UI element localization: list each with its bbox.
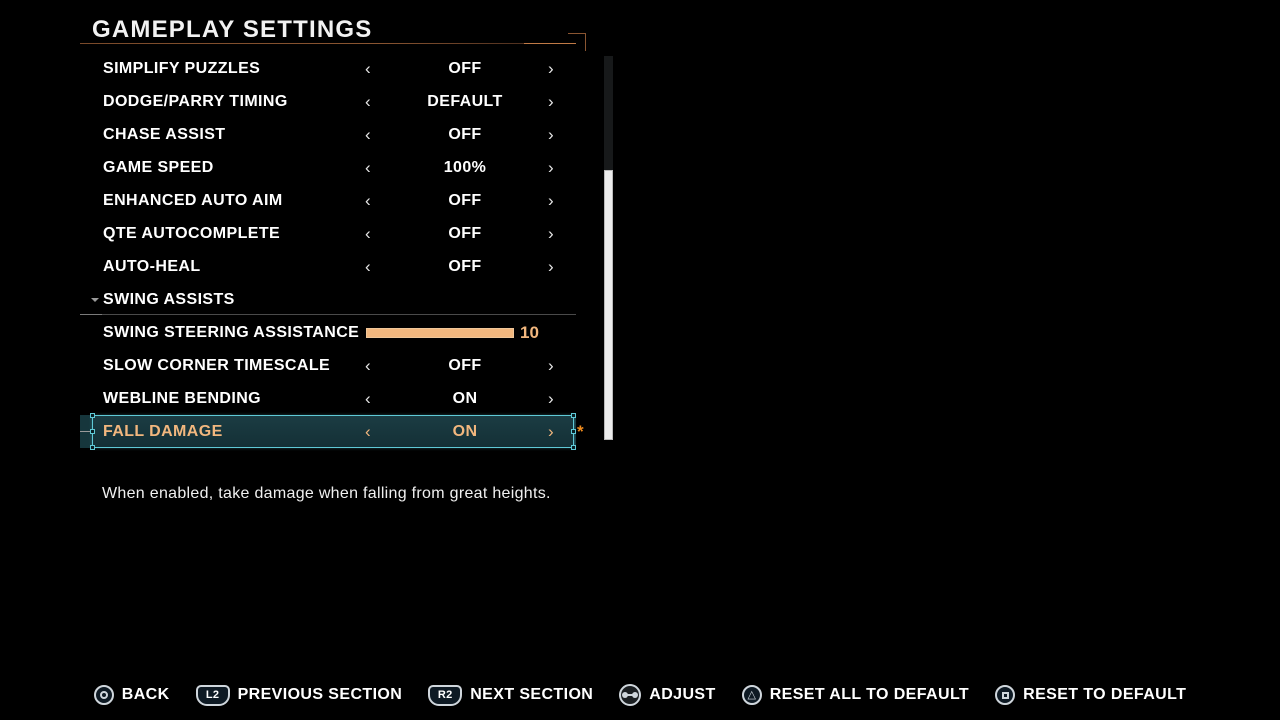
setting-value: OFF bbox=[448, 257, 482, 275]
group-label: SWING ASSISTS bbox=[103, 290, 235, 308]
chevron-down-icon bbox=[91, 298, 99, 302]
decrement-arrow-icon[interactable]: ‹ bbox=[365, 224, 371, 244]
setting-row-dodge-parry-timing[interactable]: DODGE/PARRY TIMING ‹ DEFAULT › bbox=[80, 85, 576, 118]
l2-button-label: L2 bbox=[205, 689, 220, 701]
setting-label: AUTO-HEAL bbox=[103, 257, 201, 275]
setting-value: ON bbox=[452, 389, 478, 407]
square-button-icon bbox=[995, 685, 1016, 705]
prompt-reset-all-to-default[interactable]: △ RESET ALL TO DEFAULT bbox=[741, 685, 970, 705]
settings-screen: GAMEPLAY SETTINGS SIMPLIFY PUZZLES ‹ OFF… bbox=[0, 0, 1280, 720]
prompt-next-section[interactable]: R2 NEXT SECTION bbox=[428, 684, 594, 706]
setting-label: SLOW CORNER TIMESCALE bbox=[103, 356, 331, 374]
setting-row-chase-assist[interactable]: CHASE ASSIST ‹ OFF › bbox=[80, 118, 576, 151]
increment-arrow-icon[interactable]: › bbox=[548, 158, 554, 178]
setting-group-swing-assists[interactable]: SWING ASSISTS bbox=[80, 283, 576, 316]
prompt-back[interactable]: BACK bbox=[93, 685, 170, 705]
scrollbar-thumb[interactable] bbox=[604, 170, 613, 440]
title-divider bbox=[80, 43, 575, 44]
setting-value: OFF bbox=[448, 191, 482, 209]
prompt-previous-section[interactable]: L2 PREVIOUS SECTION bbox=[195, 684, 403, 706]
decrement-arrow-icon[interactable]: ‹ bbox=[365, 389, 371, 409]
increment-arrow-icon[interactable]: › bbox=[548, 224, 554, 244]
increment-arrow-icon[interactable]: › bbox=[548, 191, 554, 211]
corner-bracket-decor bbox=[568, 33, 586, 51]
setting-label: ENHANCED AUTO AIM bbox=[103, 191, 283, 209]
page-title: GAMEPLAY SETTINGS bbox=[92, 16, 373, 43]
setting-label: QTE AUTOCOMPLETE bbox=[103, 224, 281, 242]
dpad-horizontal-icon bbox=[619, 684, 642, 706]
setting-row-slow-corner-timescale[interactable]: SLOW CORNER TIMESCALE ‹ OFF › bbox=[80, 349, 576, 382]
increment-arrow-icon[interactable]: › bbox=[548, 92, 554, 112]
r2-button-label: R2 bbox=[437, 689, 453, 701]
increment-arrow-icon[interactable]: › bbox=[548, 257, 554, 277]
slider-value: 10 bbox=[520, 322, 539, 342]
decrement-arrow-icon[interactable]: ‹ bbox=[365, 158, 371, 178]
increment-arrow-icon[interactable]: › bbox=[548, 356, 554, 376]
settings-list: SIMPLIFY PUZZLES ‹ OFF › DODGE/PARRY TIM… bbox=[80, 52, 584, 450]
setting-description: When enabled, take damage when falling f… bbox=[102, 485, 551, 502]
modified-marker: * bbox=[577, 422, 584, 441]
decrement-arrow-icon[interactable]: ‹ bbox=[365, 356, 371, 376]
prompt-label: RESET TO DEFAULT bbox=[1023, 686, 1187, 703]
decrement-arrow-icon[interactable]: ‹ bbox=[365, 59, 371, 79]
swing-steering-slider[interactable] bbox=[366, 328, 514, 338]
increment-arrow-icon[interactable]: › bbox=[548, 125, 554, 145]
setting-value: 100% bbox=[443, 158, 487, 176]
decrement-arrow-icon[interactable]: ‹ bbox=[365, 257, 371, 277]
increment-arrow-icon[interactable]: › bbox=[548, 389, 554, 409]
setting-value: OFF bbox=[448, 125, 482, 143]
group-divider-tick bbox=[80, 314, 102, 315]
setting-label: GAME SPEED bbox=[103, 158, 214, 176]
setting-label: SIMPLIFY PUZZLES bbox=[103, 59, 261, 77]
increment-arrow-icon[interactable]: › bbox=[548, 422, 554, 442]
setting-value: DEFAULT bbox=[427, 92, 503, 110]
setting-row-enhanced-auto-aim[interactable]: ENHANCED AUTO AIM ‹ OFF › bbox=[80, 184, 576, 217]
setting-label: WEBLINE BENDING bbox=[103, 389, 261, 407]
r2-button-icon: R2 bbox=[428, 684, 463, 706]
button-prompt-bar: BACK L2 PREVIOUS SECTION R2 NEXT SECTION… bbox=[0, 680, 1280, 710]
setting-row-auto-heal[interactable]: AUTO-HEAL ‹ OFF › bbox=[80, 250, 576, 283]
prompt-label: RESET ALL TO DEFAULT bbox=[769, 686, 970, 703]
setting-label: FALL DAMAGE bbox=[103, 422, 223, 440]
setting-value: OFF bbox=[448, 59, 482, 77]
setting-label: DODGE/PARRY TIMING bbox=[103, 92, 288, 110]
setting-row-swing-steering-assistance[interactable]: SWING STEERING ASSISTANCE 10 bbox=[80, 316, 576, 349]
decrement-arrow-icon[interactable]: ‹ bbox=[365, 125, 371, 145]
triangle-glyph: △ bbox=[747, 688, 756, 701]
setting-row-webline-bending[interactable]: WEBLINE BENDING ‹ ON › bbox=[80, 382, 576, 415]
decrement-arrow-icon[interactable]: ‹ bbox=[365, 422, 371, 442]
prompt-label: NEXT SECTION bbox=[470, 686, 594, 703]
setting-label: CHASE ASSIST bbox=[103, 125, 226, 143]
setting-row-game-speed[interactable]: GAME SPEED ‹ 100% › bbox=[80, 151, 576, 184]
setting-row-qte-autocomplete[interactable]: QTE AUTOCOMPLETE ‹ OFF › bbox=[80, 217, 576, 250]
circle-button-icon bbox=[93, 685, 114, 705]
l2-button-icon: L2 bbox=[195, 684, 230, 706]
prompt-label: ADJUST bbox=[649, 686, 716, 703]
group-divider bbox=[88, 314, 576, 315]
prompt-label: PREVIOUS SECTION bbox=[237, 686, 403, 703]
triangle-button-icon: △ bbox=[741, 685, 762, 705]
setting-row-simplify-puzzles[interactable]: SIMPLIFY PUZZLES ‹ OFF › bbox=[80, 52, 576, 85]
setting-value: OFF bbox=[448, 224, 482, 242]
decrement-arrow-icon[interactable]: ‹ bbox=[365, 191, 371, 211]
setting-label: SWING STEERING ASSISTANCE bbox=[103, 323, 360, 341]
prompt-label: BACK bbox=[121, 686, 170, 703]
setting-value: ON bbox=[452, 422, 478, 440]
setting-value: OFF bbox=[448, 356, 482, 374]
prompt-reset-to-default[interactable]: RESET TO DEFAULT bbox=[995, 685, 1186, 705]
decrement-arrow-icon[interactable]: ‹ bbox=[365, 92, 371, 112]
setting-row-fall-damage[interactable]: FALL DAMAGE ‹ ON › * bbox=[80, 413, 584, 450]
increment-arrow-icon[interactable]: › bbox=[548, 59, 554, 79]
prompt-adjust[interactable]: ADJUST bbox=[619, 684, 715, 706]
